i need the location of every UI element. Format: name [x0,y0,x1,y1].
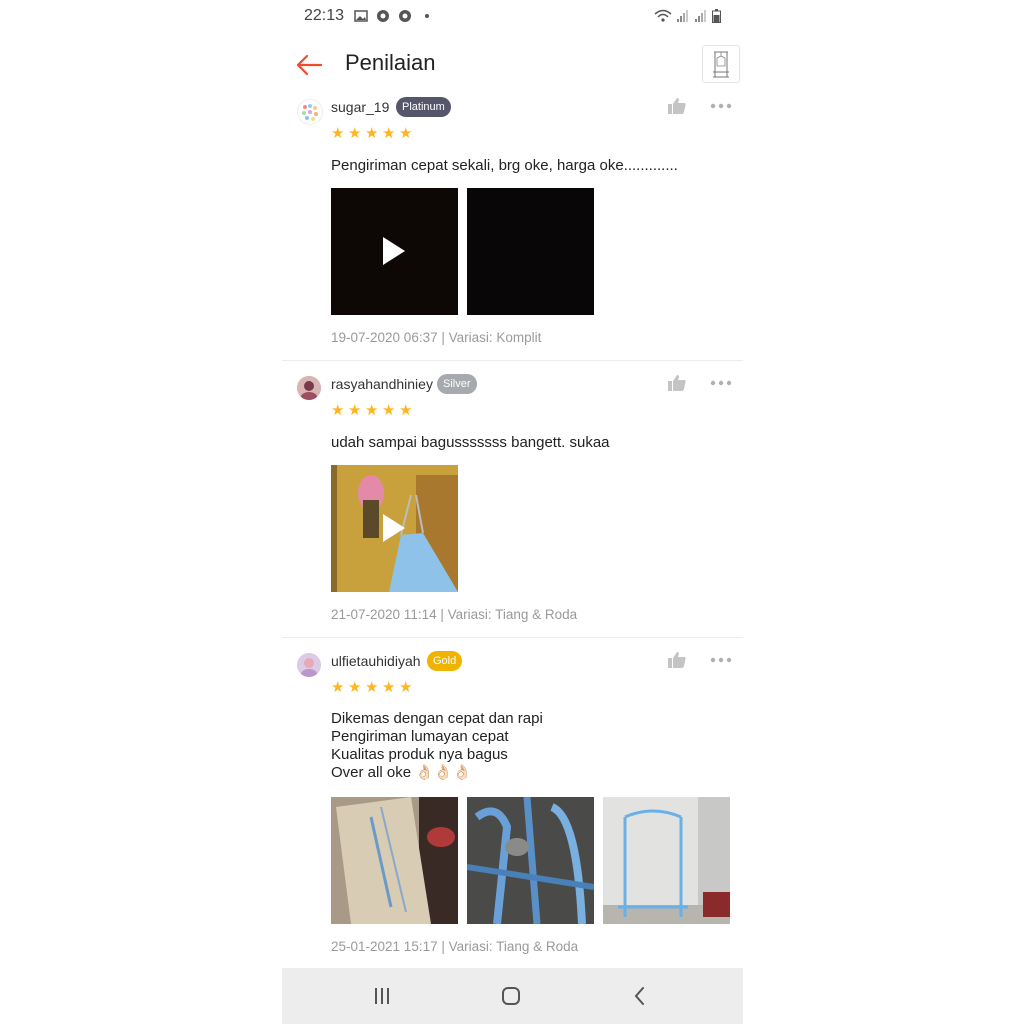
star-icon: ★ [331,125,345,142]
star-rating: ★ ★ ★ ★ ★ [331,126,414,141]
membership-badge: Platinum [396,97,451,117]
membership-badge: Silver [437,374,477,394]
review-meta: 25-01-2021 15:17 | Variasi: Tiang & Roda [331,939,579,954]
thumbs-up-icon[interactable] [667,97,687,115]
star-icon: ★ [348,679,362,696]
star-icon: ★ [382,402,396,419]
star-icon: ★ [382,679,396,696]
star-icon: ★ [365,679,379,696]
review-comment: Pengiriman cepat sekali, brg oke, harga … [331,157,678,174]
page-title: Penilaian [345,50,436,75]
avatar[interactable] [297,376,321,400]
review-media [331,797,730,924]
star-rating: ★ ★ ★ ★ ★ [331,403,414,418]
username[interactable]: sugar_19 [331,99,389,115]
chrome-icon [399,10,411,22]
wifi-icon [654,9,672,22]
status-bar: 22:13 [282,0,743,32]
comment-line: Dikemas dengan cepat dan rapi [331,710,543,727]
status-time: 22:13 [304,7,345,24]
divider [282,360,743,361]
photo-thumbnail[interactable] [331,797,458,924]
dot-icon [425,14,429,18]
play-icon [383,237,405,265]
username[interactable]: ulfietauhidiyah [331,653,421,669]
status-notifications [354,9,434,23]
video-thumbnail[interactable] [331,465,458,592]
star-icon: ★ [348,402,362,419]
star-icon: ★ [365,125,379,142]
star-icon: ★ [399,679,413,696]
photo-thumbnail[interactable] [467,188,594,315]
product-thumbnail[interactable] [702,45,740,83]
video-thumbnail[interactable] [331,188,458,315]
star-icon: ★ [399,402,413,419]
app-header: Penilaian [282,40,743,88]
review-meta: 21-07-2020 11:14 | Variasi: Tiang & Roda [331,607,578,622]
review-comment: udah sampai bagusssssss bangett. sukaa [331,434,610,451]
photo-thumbnail[interactable] [603,797,730,924]
chrome-icon [377,10,389,22]
signal-icon [677,10,688,22]
comment-line: Pengiriman lumayan cepat [331,728,509,745]
battery-icon [712,9,721,23]
avatar[interactable] [297,653,321,677]
star-rating: ★ ★ ★ ★ ★ [331,680,414,695]
gallery-icon [354,10,368,22]
thumbs-up-icon[interactable] [667,651,687,669]
status-system-icons [654,9,721,23]
review-comment: Dikemas dengan cepat dan rapi Pengiriman… [331,710,543,782]
play-icon [383,514,405,542]
back-arrow-icon[interactable] [294,50,324,80]
avatar[interactable] [297,99,323,125]
more-icon[interactable] [710,102,732,110]
more-icon[interactable] [710,379,732,387]
home-icon[interactable] [496,982,526,1010]
thumbs-up-icon[interactable] [667,374,687,392]
star-icon: ★ [348,125,362,142]
comment-line: Kualitas produk nya bagus [331,746,508,763]
divider [282,637,743,638]
clothes-rack-icon [713,51,729,78]
system-nav-bar [282,968,743,1024]
star-icon: ★ [365,402,379,419]
membership-badge: Gold [427,651,463,671]
username[interactable]: rasyahandhiniey [331,376,433,392]
review-media [331,465,458,592]
phone-screen: 22:13 Penilaian sugar_19 Platinum ★ ★ ★ … [282,0,743,1024]
photo-thumbnail[interactable] [467,797,594,924]
star-icon: ★ [382,125,396,142]
star-icon: ★ [399,125,413,142]
review-media [331,188,594,315]
review-meta: 19-07-2020 06:37 | Variasi: Komplit [331,330,542,345]
more-icon[interactable] [710,656,732,664]
signal-icon [695,10,706,22]
recents-icon[interactable] [367,982,397,1010]
star-icon: ★ [331,679,345,696]
back-icon[interactable] [625,982,655,1010]
star-icon: ★ [331,402,345,419]
comment-line: Over all oke 👌🏻👌🏻👌🏻 [331,764,472,781]
